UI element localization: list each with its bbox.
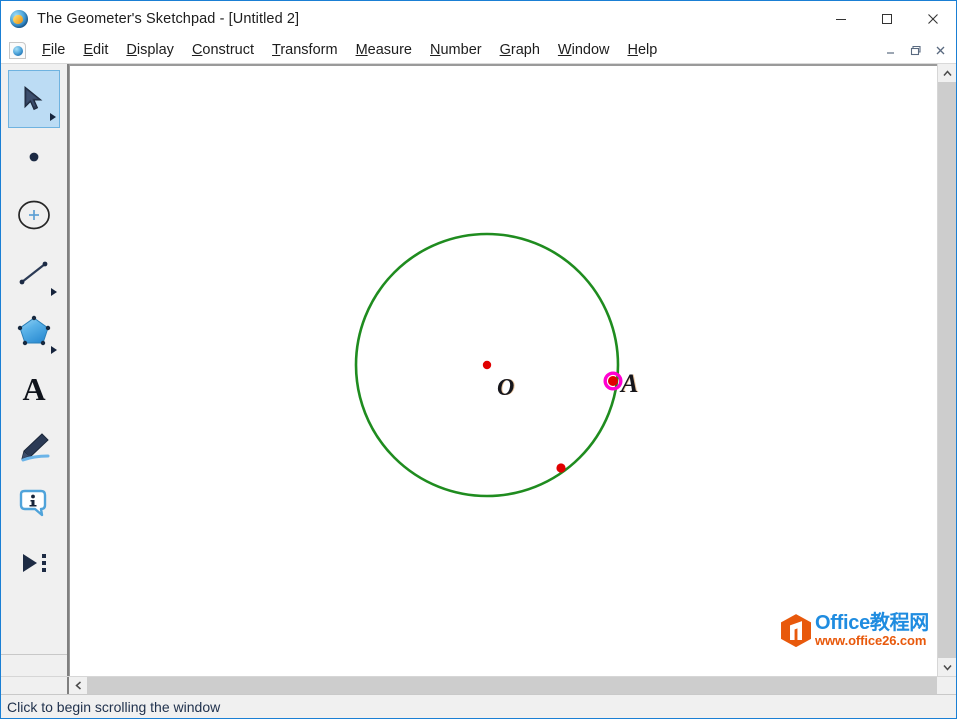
menu-display-rest: isplay [136, 42, 174, 58]
sketch-drawing[interactable] [70, 66, 937, 666]
sketchpad-globe-icon [10, 10, 28, 28]
window-controls [818, 1, 956, 37]
menu-measure-rest: easure [367, 42, 412, 58]
selection-arrow-tool[interactable] [8, 70, 60, 128]
sketch-canvas[interactable]: O A Office教程网 www.office26.com [69, 64, 937, 676]
straightedge-tool-flyout-icon[interactable] [51, 288, 57, 296]
menu-help[interactable]: Help [618, 39, 666, 61]
text-tool[interactable]: A [8, 360, 60, 418]
mdi-close-button[interactable] [928, 40, 953, 60]
horizontal-scrollbar-row [1, 676, 956, 694]
mdi-window-controls [878, 40, 953, 60]
menu-construct-mnemonic: C [191, 42, 203, 58]
status-message: Click to begin scrolling the window [7, 698, 221, 715]
menu-help-rest: elp [637, 42, 658, 58]
maximize-button[interactable] [864, 1, 910, 37]
svg-text:A: A [22, 372, 45, 406]
marker-pen-tool[interactable] [8, 418, 60, 476]
arrow-tool-flyout-icon[interactable] [50, 113, 56, 121]
center-point-o [482, 360, 492, 370]
menu-number-mnemonic: N [430, 42, 441, 58]
scroll-up-icon[interactable] [938, 64, 956, 82]
horizontal-scrollbar[interactable] [69, 677, 937, 694]
menu-window-rest: indow [571, 42, 610, 58]
menu-edit-mnemonic: E [83, 42, 94, 58]
document-icon[interactable] [9, 41, 26, 59]
menu-number-rest: umber [440, 42, 482, 58]
menu-display-mnemonic: D [126, 42, 137, 58]
close-button[interactable] [910, 1, 956, 37]
custom-tools-menu[interactable] [8, 534, 60, 592]
minimize-button[interactable] [818, 1, 864, 37]
menu-graph-rest: raph [510, 42, 540, 58]
straightedge-tool[interactable] [8, 244, 60, 302]
main-body: A O A Office教程网 www.office26.com [1, 64, 956, 676]
menu-edit[interactable]: Edit [74, 39, 117, 61]
scroll-down-icon[interactable] [938, 658, 956, 676]
menu-edit-rest: dit [93, 42, 109, 58]
point-label-a[interactable]: A [621, 369, 638, 399]
scrollbar-corner [1, 677, 69, 694]
menu-display[interactable]: Display [117, 39, 183, 61]
horizontal-scroll-thumb[interactable] [87, 677, 937, 694]
menu-measure[interactable]: Measure [347, 39, 421, 61]
menu-transform[interactable]: Transform [263, 39, 347, 61]
menu-window-mnemonic: W [557, 42, 572, 58]
point-label-o[interactable]: O [497, 375, 514, 402]
scrollbar-endcap [937, 677, 956, 694]
menu-transform-rest: ransform [280, 42, 338, 58]
polygon-tool-flyout-icon[interactable] [51, 346, 57, 354]
menu-file[interactable]: File [33, 39, 74, 61]
menu-number[interactable]: Number [421, 39, 491, 61]
point-tool[interactable] [8, 128, 60, 186]
menu-graph-mnemonic: G [499, 42, 511, 58]
menu-file-mnemonic: F [42, 42, 51, 58]
menu-bar: File Edit Display Construct Transform Me… [1, 37, 956, 64]
menu-file-rest: ile [50, 42, 66, 58]
menu-construct-rest: onstruct [202, 42, 255, 58]
mdi-minimize-button[interactable] [878, 40, 903, 60]
scroll-left-icon[interactable] [69, 677, 87, 694]
menu-help-mnemonic: H [627, 42, 638, 58]
circle-point-a [608, 376, 618, 386]
vertical-scroll-thumb[interactable] [938, 82, 956, 658]
title-bar: The Geometer's Sketchpad - [Untitled 2] [1, 1, 956, 37]
menu-measure-mnemonic: M [355, 42, 368, 58]
menu-graph[interactable]: Graph [491, 39, 549, 61]
toolbox: A [1, 64, 69, 676]
vertical-scrollbar[interactable] [937, 64, 956, 676]
circle-point-unlabeled [556, 463, 566, 473]
status-bar: Click to begin scrolling the window [1, 694, 956, 718]
mdi-restore-button[interactable] [903, 40, 928, 60]
compass-circle-tool[interactable] [8, 186, 60, 244]
menu-window[interactable]: Window [549, 39, 619, 61]
information-tool[interactable] [8, 476, 60, 534]
window-title: The Geometer's Sketchpad - [Untitled 2] [37, 11, 300, 27]
toolbox-separator [1, 654, 67, 655]
polygon-tool[interactable] [8, 302, 60, 360]
application-window: The Geometer's Sketchpad - [Untitled 2] … [0, 0, 957, 719]
menu-construct[interactable]: Construct [183, 39, 263, 61]
